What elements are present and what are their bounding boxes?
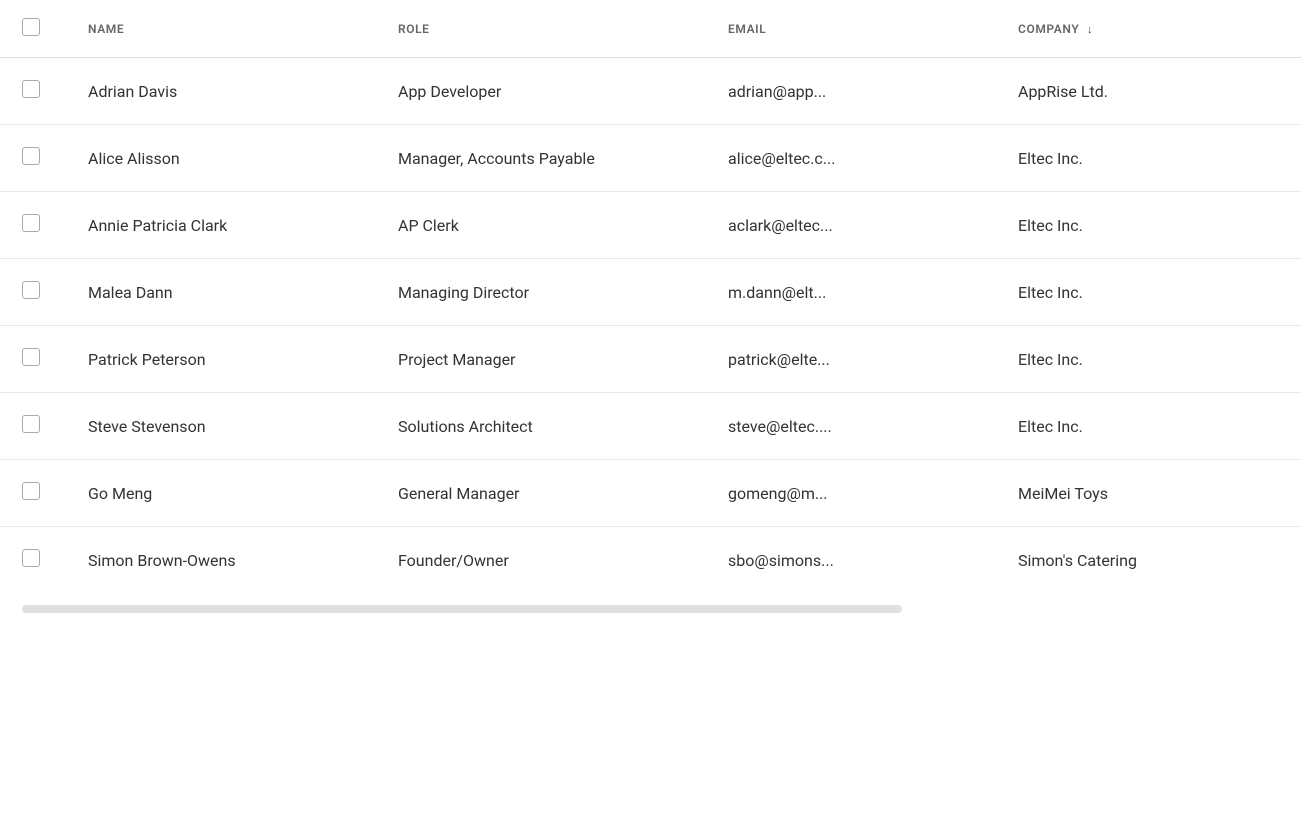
row-4-check-cell bbox=[0, 326, 72, 393]
row-5-role: Solutions Architect bbox=[382, 393, 712, 460]
row-1-email: alice@eltec.c... bbox=[712, 125, 1002, 192]
column-company-label: COMPANY bbox=[1018, 22, 1079, 36]
row-3-checkbox[interactable] bbox=[22, 281, 40, 299]
row-7-check-cell bbox=[0, 527, 72, 594]
row-4-company: Eltec Inc. bbox=[1002, 326, 1301, 393]
row-2-checkbox[interactable] bbox=[22, 214, 40, 232]
select-all-header[interactable] bbox=[0, 0, 72, 58]
row-3-check-cell bbox=[0, 259, 72, 326]
row-0-company: AppRise Ltd. bbox=[1002, 58, 1301, 125]
table-header-row: NAME ROLE EMAIL COMPANY ↓ bbox=[0, 0, 1301, 58]
table-row: Go MengGeneral Managergomeng@m...MeiMei … bbox=[0, 460, 1301, 527]
row-3-name: Malea Dann bbox=[72, 259, 382, 326]
select-all-checkbox[interactable] bbox=[22, 18, 40, 36]
row-1-checkbox[interactable] bbox=[22, 147, 40, 165]
row-7-role: Founder/Owner bbox=[382, 527, 712, 594]
row-7-company: Simon's Catering bbox=[1002, 527, 1301, 594]
row-1-name: Alice Alisson bbox=[72, 125, 382, 192]
row-4-role: Project Manager bbox=[382, 326, 712, 393]
contacts-table-container: NAME ROLE EMAIL COMPANY ↓ Adrian DavisAp… bbox=[0, 0, 1301, 831]
row-4-email: patrick@elte... bbox=[712, 326, 1002, 393]
table-row: Alice AlissonManager, Accounts Payableal… bbox=[0, 125, 1301, 192]
column-email-label: EMAIL bbox=[728, 22, 766, 36]
horizontal-scrollbar[interactable] bbox=[0, 593, 1301, 625]
row-1-check-cell bbox=[0, 125, 72, 192]
row-5-check-cell bbox=[0, 393, 72, 460]
row-5-email: steve@eltec.... bbox=[712, 393, 1002, 460]
row-3-company: Eltec Inc. bbox=[1002, 259, 1301, 326]
row-0-check-cell bbox=[0, 58, 72, 125]
row-0-name: Adrian Davis bbox=[72, 58, 382, 125]
column-role-label: ROLE bbox=[398, 22, 430, 36]
row-5-company: Eltec Inc. bbox=[1002, 393, 1301, 460]
row-5-checkbox[interactable] bbox=[22, 415, 40, 433]
scrollbar-track[interactable] bbox=[22, 605, 902, 613]
row-4-checkbox[interactable] bbox=[22, 348, 40, 366]
row-0-role: App Developer bbox=[382, 58, 712, 125]
row-6-name: Go Meng bbox=[72, 460, 382, 527]
column-name-label: NAME bbox=[88, 22, 124, 36]
row-1-role: Manager, Accounts Payable bbox=[382, 125, 712, 192]
column-header-name[interactable]: NAME bbox=[72, 0, 382, 58]
table-row: Malea DannManaging Directorm.dann@elt...… bbox=[0, 259, 1301, 326]
row-4-name: Patrick Peterson bbox=[72, 326, 382, 393]
row-2-check-cell bbox=[0, 192, 72, 259]
table-row: Steve StevensonSolutions Architectsteve@… bbox=[0, 393, 1301, 460]
row-3-email: m.dann@elt... bbox=[712, 259, 1002, 326]
row-5-name: Steve Stevenson bbox=[72, 393, 382, 460]
row-2-company: Eltec Inc. bbox=[1002, 192, 1301, 259]
table-row: Simon Brown-OwensFounder/Ownersbo@simons… bbox=[0, 527, 1301, 594]
row-0-checkbox[interactable] bbox=[22, 80, 40, 98]
row-1-company: Eltec Inc. bbox=[1002, 125, 1301, 192]
row-7-checkbox[interactable] bbox=[22, 549, 40, 567]
row-2-role: AP Clerk bbox=[382, 192, 712, 259]
row-6-email: gomeng@m... bbox=[712, 460, 1002, 527]
row-6-company: MeiMei Toys bbox=[1002, 460, 1301, 527]
row-7-name: Simon Brown-Owens bbox=[72, 527, 382, 594]
column-header-role[interactable]: ROLE bbox=[382, 0, 712, 58]
row-0-email: adrian@app... bbox=[712, 58, 1002, 125]
table-row: Adrian DavisApp Developeradrian@app...Ap… bbox=[0, 58, 1301, 125]
column-header-email[interactable]: EMAIL bbox=[712, 0, 1002, 58]
row-6-check-cell bbox=[0, 460, 72, 527]
table-row: Annie Patricia ClarkAP Clerkaclark@eltec… bbox=[0, 192, 1301, 259]
row-2-email: aclark@eltec... bbox=[712, 192, 1002, 259]
row-6-checkbox[interactable] bbox=[22, 482, 40, 500]
row-3-role: Managing Director bbox=[382, 259, 712, 326]
row-6-role: General Manager bbox=[382, 460, 712, 527]
table-row: Patrick PetersonProject Managerpatrick@e… bbox=[0, 326, 1301, 393]
contacts-table: NAME ROLE EMAIL COMPANY ↓ Adrian DavisAp… bbox=[0, 0, 1301, 593]
row-7-email: sbo@simons... bbox=[712, 527, 1002, 594]
sort-desc-icon: ↓ bbox=[1087, 22, 1094, 36]
column-header-company[interactable]: COMPANY ↓ bbox=[1002, 0, 1301, 58]
row-2-name: Annie Patricia Clark bbox=[72, 192, 382, 259]
